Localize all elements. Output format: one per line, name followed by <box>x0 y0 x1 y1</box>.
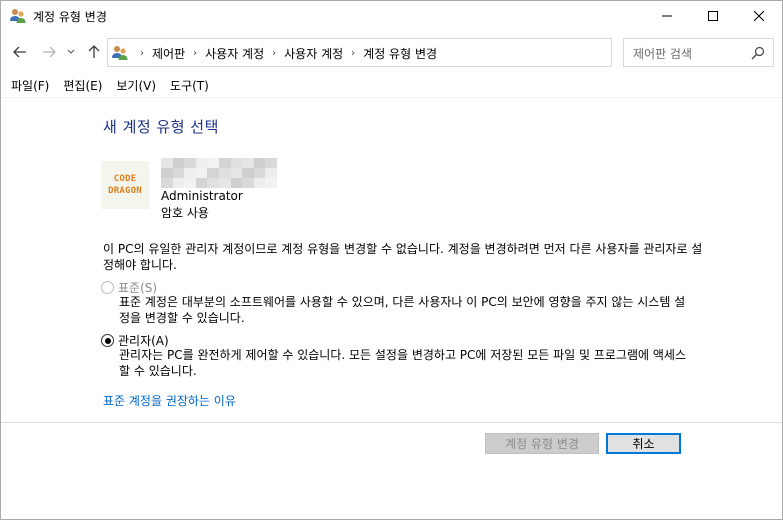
blur-pixel <box>230 178 243 188</box>
avatar: CODE DRAGON <box>101 161 149 209</box>
blur-pixel <box>242 158 254 168</box>
blur-pixel <box>172 168 185 178</box>
blur-pixel <box>242 178 254 188</box>
cancel-button[interactable]: 취소 <box>606 433 681 454</box>
blur-pixel <box>207 168 219 178</box>
blur-pixel <box>218 158 231 168</box>
radio-standard <box>101 281 114 294</box>
recent-locations-chevron-icon[interactable] <box>64 43 78 61</box>
blur-pixel <box>230 168 243 178</box>
blur-pixel <box>172 158 185 168</box>
navigation-bar: › 제어판 › 사용자 계정 › 사용자 계정 › 계정 유형 변경 제어판 검… <box>1 35 782 69</box>
breadcrumb-item-user-accounts-sub[interactable]: 사용자 계정 <box>284 45 343 62</box>
radio-standard-description: 표준 계정은 대부분의 소프트웨어를 사용할 수 있으며, 다른 사용자나 이 … <box>119 295 686 325</box>
menu-item-tools[interactable]: 도구(T) <box>170 74 209 96</box>
address-bar[interactable]: › 제어판 › 사용자 계정 › 사용자 계정 › 계정 유형 변경 <box>107 38 704 67</box>
breadcrumb-separator-icon[interactable]: › <box>132 48 152 59</box>
radio-administrator[interactable] <box>101 334 114 347</box>
blur-pixel <box>195 178 208 188</box>
blur-pixel <box>253 168 266 178</box>
search-placeholder: 제어판 검색 <box>633 47 693 61</box>
blur-pixel <box>265 178 277 188</box>
breadcrumb-item-control-panel[interactable]: 제어판 <box>152 45 185 62</box>
blur-pixel <box>253 158 266 168</box>
search-input[interactable]: 제어판 검색 <box>623 38 774 67</box>
account-name-blurred <box>161 158 277 188</box>
blur-pixel <box>218 168 231 178</box>
breadcrumb-item-change-account-type[interactable]: 계정 유형 변경 <box>363 45 437 62</box>
breadcrumb: › 제어판 › 사용자 계정 › 사용자 계정 › 계정 유형 변경 <box>132 45 437 62</box>
menu-bar: 파일(F) 편집(E) 보기(V) 도구(T) <box>1 74 213 96</box>
blur-pixel <box>230 158 243 168</box>
menu-item-file[interactable]: 파일(F) <box>11 74 49 96</box>
blur-pixel <box>184 168 196 178</box>
minimize-button[interactable] <box>644 1 690 31</box>
info-description: 이 PC의 유일한 관리자 계정이므로 계정 유형을 변경할 수 없습니다. 계… <box>103 242 703 272</box>
search-icon[interactable] <box>751 46 765 60</box>
page-title: 새 계정 유형 선택 <box>103 118 219 136</box>
account-password-status: 암호 사용 <box>161 206 209 220</box>
blur-pixel <box>207 158 219 168</box>
blur-pixel <box>207 178 219 188</box>
blur-pixel <box>195 158 208 168</box>
blur-pixel <box>172 178 185 188</box>
change-account-type-button[interactable]: 계정 유형 변경 <box>485 433 599 454</box>
blur-pixel <box>265 158 277 168</box>
breadcrumb-separator-icon[interactable]: › <box>264 48 284 59</box>
blur-pixel <box>184 158 196 168</box>
blur-pixel <box>184 178 196 188</box>
window-title: 계정 유형 변경 <box>33 10 107 24</box>
title-bar[interactable]: 계정 유형 변경 <box>1 1 782 31</box>
breadcrumb-item-user-accounts[interactable]: 사용자 계정 <box>205 45 264 62</box>
control-panel-window: 계정 유형 변경 › 제어판 › 사용자 계정 › 사용자 계정 › 계정 유형… <box>0 0 783 520</box>
blur-pixel <box>253 178 266 188</box>
why-standard-link[interactable]: 표준 계정을 권장하는 이유 <box>103 392 236 409</box>
breadcrumb-separator-icon[interactable]: › <box>343 48 363 59</box>
up-arrow-icon[interactable] <box>84 43 104 61</box>
avatar-text-line: CODE <box>113 174 137 184</box>
footer-divider <box>1 422 782 423</box>
maximize-button[interactable] <box>690 1 736 31</box>
blur-pixel <box>242 168 254 178</box>
menu-divider <box>1 97 782 98</box>
menu-item-edit[interactable]: 편집(E) <box>63 74 102 96</box>
account-role: Administrator <box>161 189 243 203</box>
user-accounts-icon <box>111 45 129 61</box>
breadcrumb-separator-icon[interactable]: › <box>185 48 205 59</box>
blur-pixel <box>218 178 231 188</box>
blur-pixel <box>195 168 208 178</box>
close-button[interactable] <box>736 1 782 31</box>
blur-pixel <box>161 178 173 188</box>
radio-administrator-description: 관리자는 PC를 완전하게 제어할 수 있습니다. 모든 설정을 변경하고 PC… <box>119 348 686 378</box>
blur-pixel <box>161 168 173 178</box>
blur-pixel <box>161 158 173 168</box>
menu-item-view[interactable]: 보기(V) <box>116 74 156 96</box>
back-arrow-icon[interactable] <box>10 43 30 61</box>
user-accounts-icon <box>9 8 27 24</box>
blur-pixel <box>265 168 277 178</box>
avatar-text-line: DRAGON <box>108 186 142 196</box>
forward-arrow-icon[interactable] <box>39 43 59 61</box>
